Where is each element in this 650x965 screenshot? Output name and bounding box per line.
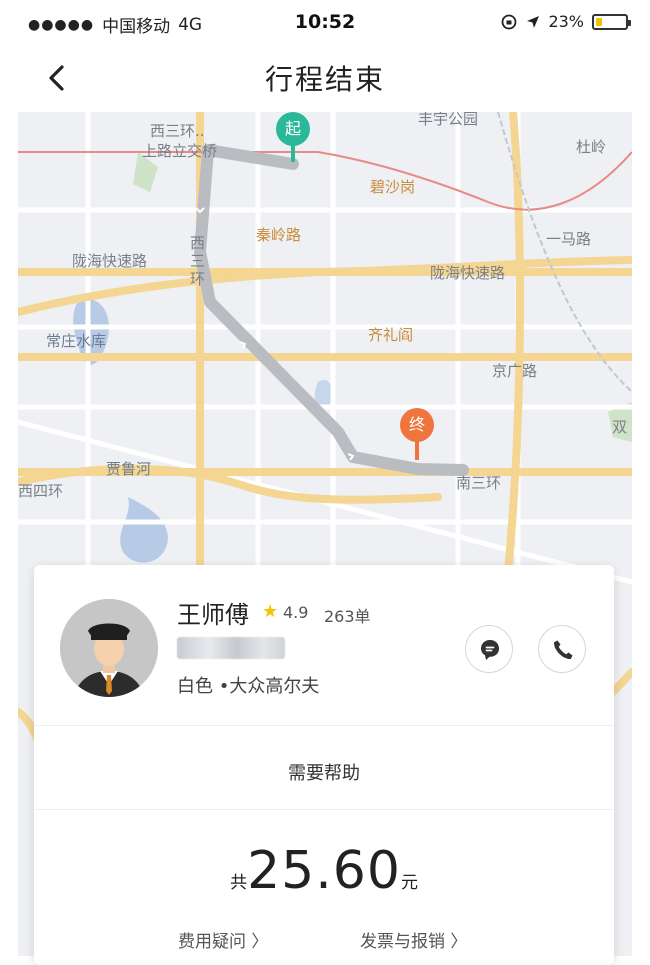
- invoice-link[interactable]: 发票与报销 〉: [360, 927, 467, 952]
- phone-icon: [553, 640, 573, 660]
- license-plate-blurred: [177, 637, 285, 659]
- map-label: 贾鲁河: [106, 460, 152, 478]
- fare-total: 共25.60元: [34, 841, 614, 901]
- rotation-lock-icon: [502, 14, 517, 29]
- map-label: 齐礼阎: [368, 326, 414, 344]
- divider: [34, 725, 614, 726]
- fare-prefix: 共: [230, 873, 248, 893]
- status-bar: ●●●●● 中国移动 4G 10:52 23%: [0, 0, 650, 44]
- map-label: 南三环: [456, 474, 502, 492]
- driver-name: 王师傅: [177, 601, 249, 629]
- start-marker[interactable]: 起: [276, 112, 310, 164]
- start-marker-label: 起: [276, 112, 310, 146]
- divider: [34, 809, 614, 810]
- battery-icon: [592, 13, 631, 30]
- call-button[interactable]: [538, 625, 586, 673]
- battery-percent: 23%: [548, 12, 584, 31]
- map-label: 陇海快速路: [430, 264, 506, 282]
- end-marker-label: 终: [400, 408, 434, 442]
- fare-unit: 元: [400, 873, 418, 893]
- help-button[interactable]: 需要帮助: [34, 759, 614, 785]
- chat-bubble-icon: [481, 640, 499, 660]
- map-label: 碧沙岗: [370, 178, 416, 196]
- map-label: 杜岭: [576, 138, 607, 156]
- status-right: 23%: [500, 12, 631, 31]
- map-label: 京广路: [492, 362, 538, 380]
- message-button[interactable]: [465, 625, 513, 673]
- map-label: 丰宇公园: [418, 112, 479, 128]
- driver-order-count: 263单: [324, 607, 371, 626]
- map-label: 一马路: [546, 230, 592, 248]
- star-icon: ★: [262, 601, 279, 622]
- driver-rating: 4.9: [283, 603, 309, 622]
- map-label: 秦岭路: [256, 226, 302, 244]
- map-label: 西四环: [18, 482, 64, 500]
- nav-bar: 行程结束: [0, 44, 650, 110]
- location-arrow-icon: [527, 15, 540, 28]
- battery-fill: [596, 17, 602, 26]
- map-label: 上路立交桥: [142, 142, 218, 160]
- map-label: 西三环..: [150, 122, 205, 140]
- trip-card: 王师傅 ★ 4.9 263单 白色 •大众高尔夫 需要帮助 共25.60元 费用…: [34, 565, 614, 965]
- map-label: 常庄水库: [46, 332, 107, 350]
- map-label: 陇海快速路: [72, 252, 148, 270]
- car-info: 白色 •大众高尔夫: [177, 676, 320, 697]
- fee-question-link[interactable]: 费用疑问 〉: [178, 927, 268, 952]
- map-label: 西三环: [190, 234, 206, 288]
- map-label: 双: [612, 418, 628, 436]
- fare-amount: 25.60: [247, 841, 401, 901]
- river-water: [120, 497, 168, 563]
- driver-avatar-icon: [60, 599, 158, 697]
- page-title: 行程结束: [264, 63, 385, 96]
- end-marker[interactable]: 终: [400, 408, 434, 462]
- driver-avatar: [60, 599, 158, 697]
